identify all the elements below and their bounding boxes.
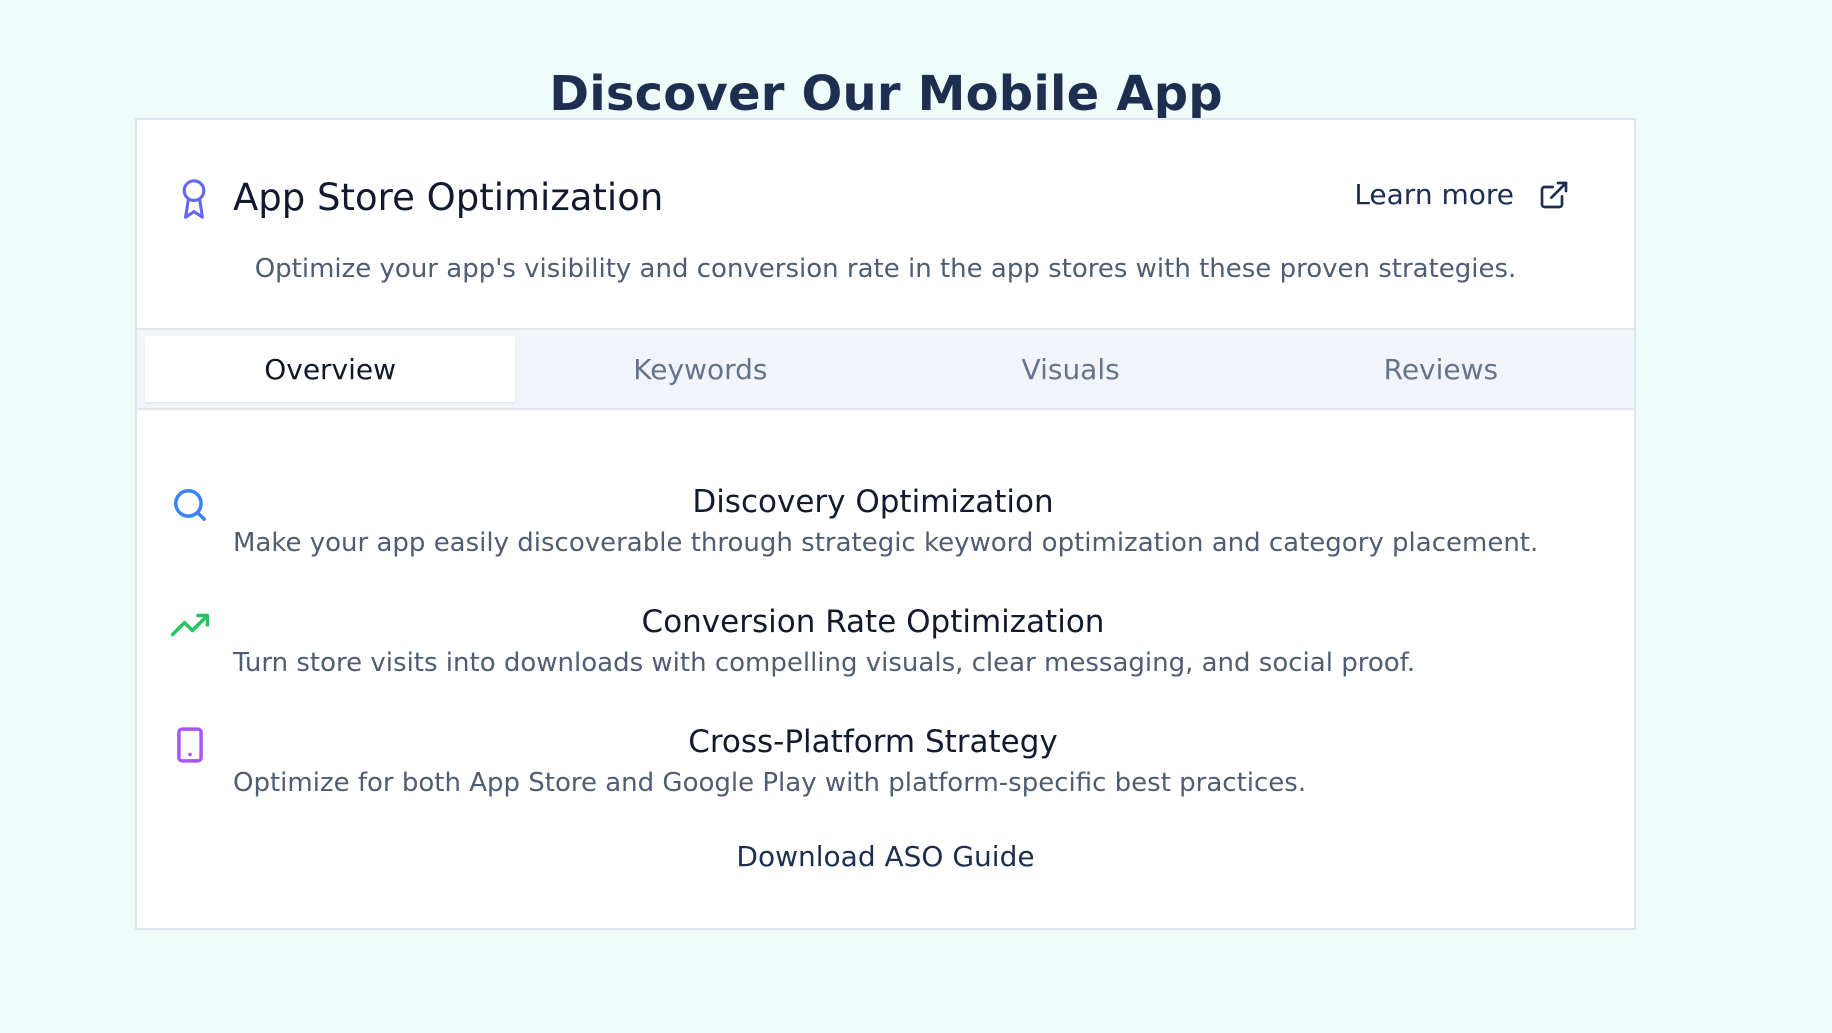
feature-title: Conversion Rate Optimization [641,604,1105,640]
tab-visuals[interactable]: Visuals [886,336,1256,402]
download-guide-button[interactable]: Download ASO Guide [137,840,1634,873]
search-icon [174,489,206,521]
award-icon [182,179,206,219]
card-title: App Store Optimization [233,176,664,219]
card-description: Optimize your app's visibility and conve… [254,254,1517,284]
feature-item-discovery: Discovery Optimization Make your app eas… [137,464,1634,584]
feature-list: Discovery Optimization Make your app eas… [137,464,1634,824]
tablet-icon [177,727,203,763]
tab-keywords[interactable]: Keywords [515,336,885,402]
learn-more-link[interactable]: Learn more [1354,178,1570,211]
feature-description: Turn store visits into downloads with co… [233,648,1416,678]
aso-card: App Store Optimization Learn more Optimi… [135,118,1636,930]
tab-overview[interactable]: Overview [145,336,516,402]
tab-reviews[interactable]: Reviews [1256,336,1626,402]
external-link-icon [1540,181,1568,208]
trending-up-icon [171,613,209,637]
feature-title: Cross-Platform Strategy [688,724,1058,760]
feature-item-conversion: Conversion Rate Optimization Turn store … [137,584,1634,704]
feature-description: Optimize for both App Store and Google P… [233,768,1307,798]
feature-description: Make your app easily discoverable throug… [233,528,1539,558]
feature-title: Discovery Optimization [692,484,1054,520]
feature-item-cross-platform: Cross-Platform Strategy Optimize for bot… [137,704,1634,824]
card-header: App Store Optimization Learn more Optimi… [137,120,1634,330]
tab-bar: Overview Keywords Visuals Reviews [137,330,1634,410]
page-title: Discover Our Mobile App [549,66,1223,123]
learn-more-label: Learn more [1354,178,1514,211]
